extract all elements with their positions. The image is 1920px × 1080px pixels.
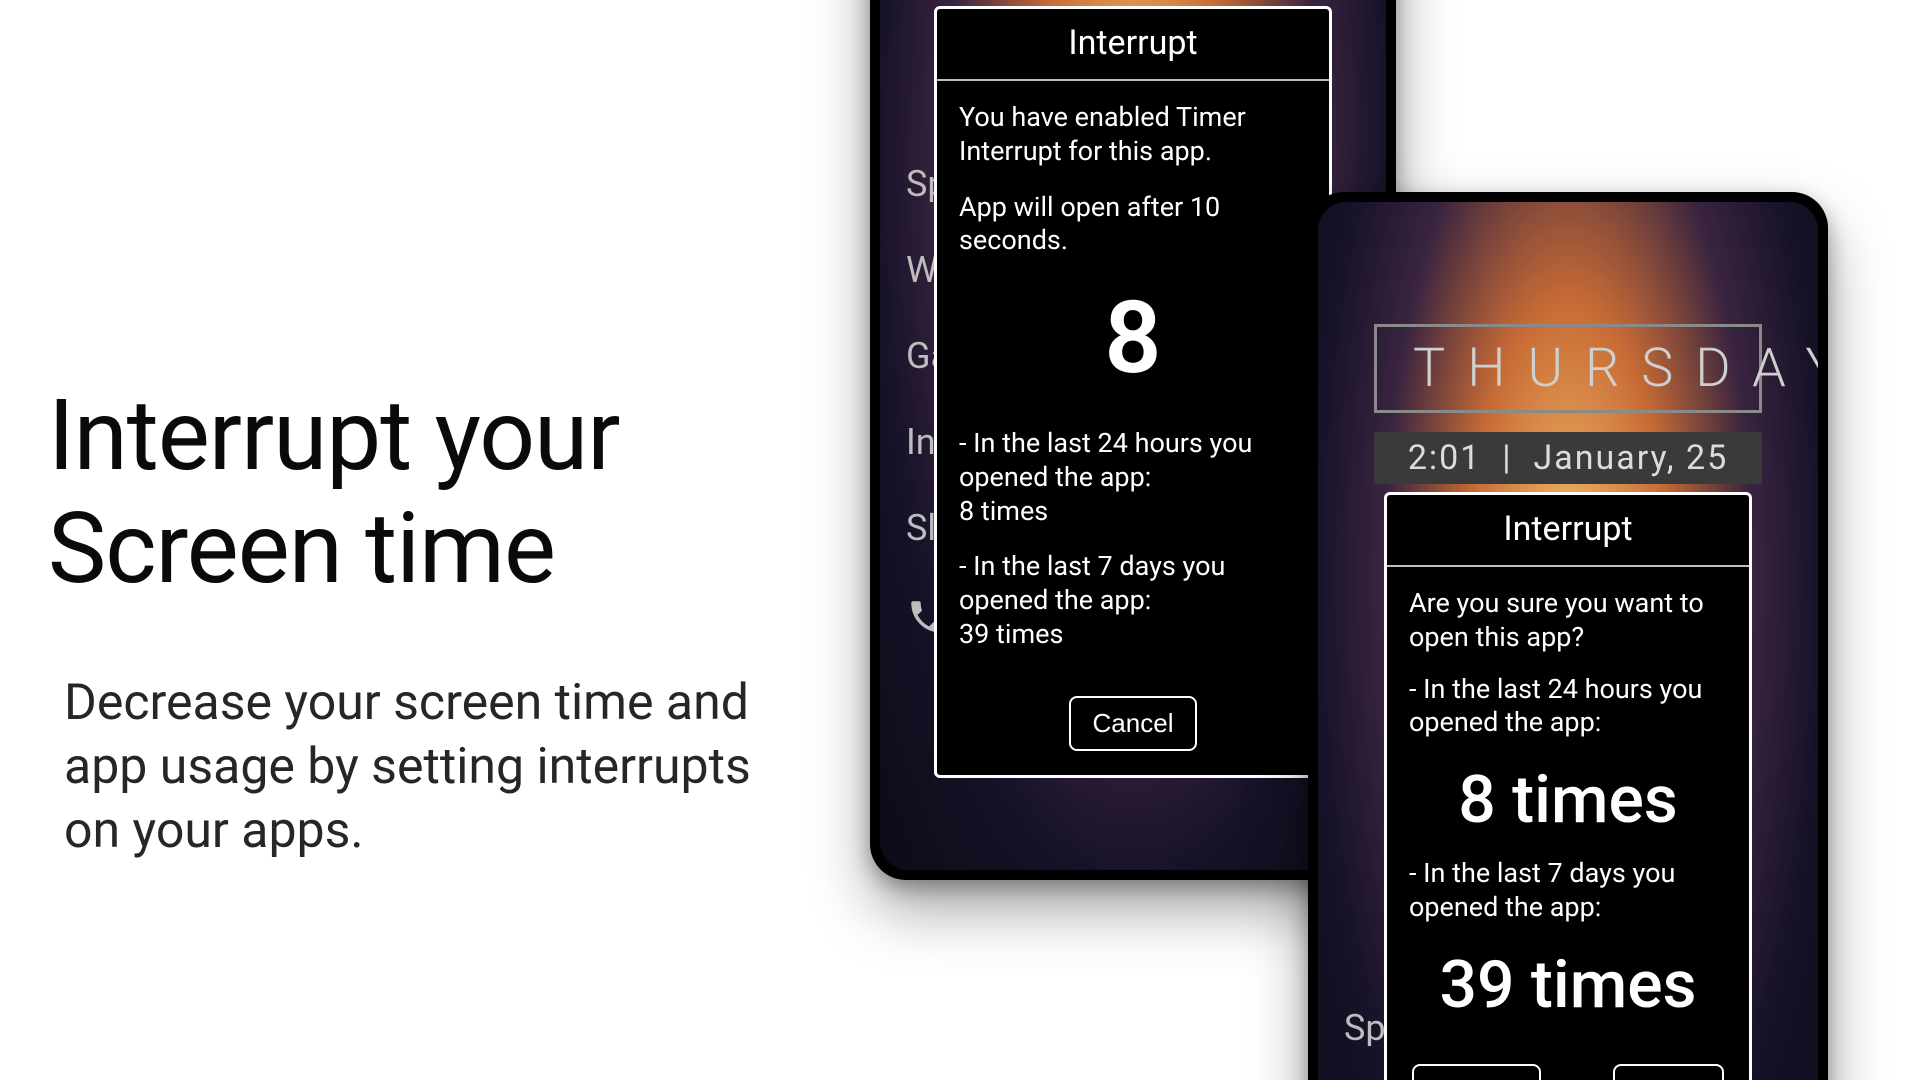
clock-widget-date: 2:01 | January, 25 [1374, 432, 1762, 484]
dialog-message: App will open after 10 seconds. [959, 191, 1307, 259]
usage-7d-label: - In the last 7 days you opened the app:… [959, 550, 1307, 651]
promo-heading-line2: Screen time [48, 491, 555, 606]
countdown-number: 8 [959, 280, 1307, 397]
open-button[interactable]: Open [1613, 1064, 1725, 1080]
promo-heading-line1: Interrupt your [48, 378, 619, 493]
dialog-message: You have enabled Timer Interrupt for thi… [959, 101, 1307, 169]
dialog-title: Interrupt [937, 9, 1329, 81]
phone-screen: THURSDAY 2:01 | January, 25 Sp W Ga Inte… [1318, 202, 1818, 1080]
cancel-button[interactable]: Cancel [1069, 696, 1198, 751]
usage-7d-value: 39 times [959, 618, 1063, 650]
promo-slide: Interrupt your Screen time Decrease your… [0, 0, 1920, 1080]
promo-copy: Interrupt your Screen time Decrease your… [48, 380, 808, 863]
usage-24h-value: 8 times [959, 495, 1048, 527]
usage-7d-value: 39 times [1409, 947, 1727, 1024]
usage-24h-label: - In the last 24 hours you opened the ap… [959, 427, 1307, 528]
promo-subtext: Decrease your screen time and app usage … [48, 671, 808, 863]
phone-mockup-confirm: THURSDAY 2:01 | January, 25 Sp W Ga Inte… [1308, 192, 1828, 1080]
usage-7d-label: - In the last 7 days you opened the app: [1409, 857, 1727, 925]
dialog-prompt: Are you sure you want to open this app? [1409, 587, 1727, 655]
usage-24h-label: - In the last 24 hours you opened the ap… [1409, 673, 1727, 741]
cancel-button[interactable]: Cancel [1412, 1064, 1541, 1080]
clock-widget-day: THURSDAY [1374, 324, 1762, 413]
promo-heading: Interrupt your Screen time [48, 380, 808, 605]
interrupt-dialog-confirm: Interrupt Are you sure you want to open … [1384, 492, 1752, 1080]
usage-24h-value: 8 times [1409, 762, 1727, 839]
dialog-title: Interrupt [1387, 495, 1749, 567]
interrupt-dialog-timer: Interrupt You have enabled Timer Interru… [934, 6, 1332, 778]
